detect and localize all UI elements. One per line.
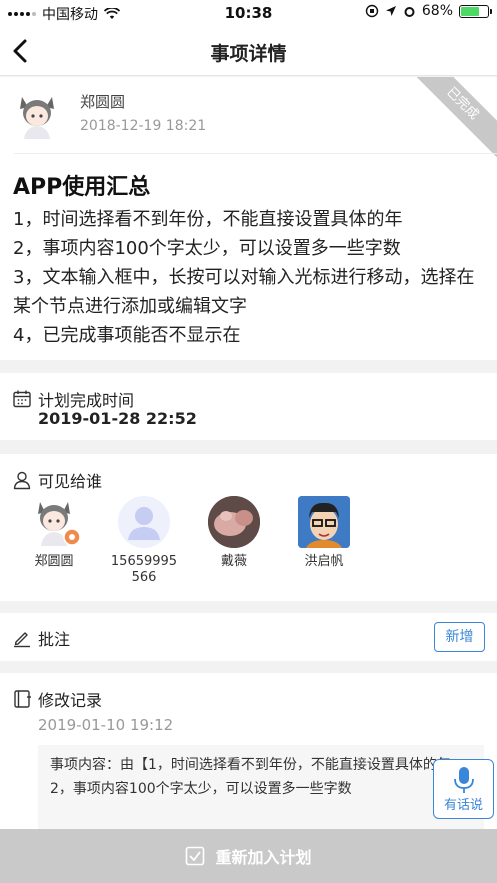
item-card: 郑圆圆 2018-12-19 18:21 已完成 APP使用汇总 1，时间选择看… <box>0 77 497 360</box>
visible-label: 可见给谁 <box>38 472 103 491</box>
status-bar: 中国移动 10:38 68% <box>0 0 497 26</box>
created-datetime: 2018-12-19 18:21 <box>80 118 207 134</box>
person-item[interactable]: 郑圆圆 <box>9 496 99 570</box>
location-icon <box>385 6 396 16</box>
visible-section: 可见给谁 郑圆圆 15659995566 戴薇 洪启帆 <box>0 454 497 601</box>
notes-section: 批注 新增 <box>0 613 497 661</box>
battery-percent: 68% <box>421 3 453 19</box>
alarm-icon <box>404 6 415 17</box>
person-name: 戴薇 <box>220 554 247 569</box>
history-line: 事项内容：由【1，时间选择看不到年份，不能直接设置具体的年 <box>50 757 451 773</box>
content-line: 2，事项内容100个字太少，可以设置多一些字数 <box>13 238 401 259</box>
default-avatar-icon <box>128 507 160 540</box>
avatar <box>208 496 260 548</box>
battery-icon <box>459 4 492 18</box>
checkbox-icon <box>186 846 205 866</box>
battery-fill <box>461 6 479 16</box>
avatar <box>118 496 170 548</box>
plan-section: 计划完成时间 2019-01-28 22:52 <box>0 373 497 440</box>
history-date: 2019-01-10 19:12 <box>38 716 174 734</box>
divider <box>14 153 497 154</box>
person-item[interactable]: 15659995566 <box>99 496 189 586</box>
history-entry: 事项内容：由【1，时间选择看不到年份，不能直接设置具体的年 2，事项内容100个… <box>38 745 484 835</box>
person-name: 洪启帆 <box>304 554 344 569</box>
plan-label: 计划完成时间 <box>38 391 135 410</box>
content-line: 3，文本输入框中，长按可以对输入光标进行移动，选择在某个节点进行添加或编辑文字 <box>13 267 475 317</box>
voice-input-button[interactable]: 有话说 <box>433 759 494 819</box>
notebook-icon <box>14 690 31 708</box>
voice-input-label: 有话说 <box>443 798 483 813</box>
notes-label: 批注 <box>38 630 71 649</box>
pencil-icon <box>14 632 30 648</box>
calendar-icon <box>13 390 31 408</box>
content-line: 1，时间选择看不到年份，不能直接设置具体的年 <box>13 209 403 230</box>
person-name: 郑圆圆 <box>34 554 74 569</box>
avatar <box>28 496 81 548</box>
person-item[interactable]: 戴薇 <box>189 496 279 570</box>
item-content: 1，时间选择看不到年份，不能直接设置具体的年 2，事项内容100个字太少，可以设… <box>13 205 488 350</box>
content-line: 4，已完成事项能否不显示在 <box>13 325 241 346</box>
nav-bar: 事项详情 <box>0 26 497 76</box>
avatar-image <box>38 502 81 546</box>
avatar <box>298 496 350 548</box>
person-icon <box>13 471 31 490</box>
orientation-lock-icon <box>365 4 379 18</box>
avatar-image <box>208 496 260 548</box>
person-item[interactable]: 洪启帆 <box>279 496 369 570</box>
history-label: 修改记录 <box>38 691 103 710</box>
history-line: 2，事项内容100个字太少，可以设置多一些字数 <box>50 781 352 797</box>
avatar-image <box>298 496 350 548</box>
microphone-icon <box>453 767 474 793</box>
plan-time-value[interactable]: 2019-01-28 22:52 <box>38 409 197 428</box>
item-title: APP使用汇总 <box>13 175 151 200</box>
add-note-button[interactable]: 新增 <box>434 622 485 652</box>
page-title: 事项详情 <box>210 43 287 65</box>
re-add-plan-button[interactable]: 重新加入计划 <box>0 829 497 883</box>
person-name: 15659995566 <box>110 554 178 585</box>
author-avatar <box>20 97 54 139</box>
re-add-plan-label: 重新加入计划 <box>215 848 312 867</box>
author-name: 郑圆圆 <box>80 93 126 111</box>
